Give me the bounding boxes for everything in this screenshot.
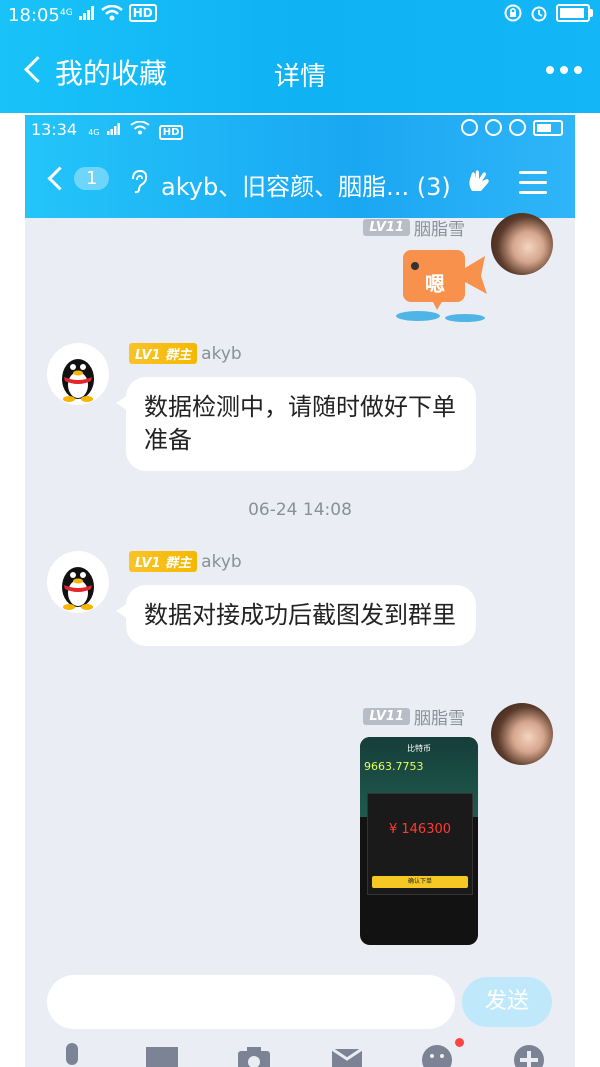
menu-button[interactable]	[519, 171, 547, 201]
image-title: 比特币	[407, 744, 431, 753]
chat-lock-icon	[461, 119, 478, 136]
chat-battery-icon	[533, 119, 563, 136]
chat-location-icon	[485, 119, 502, 136]
avatar[interactable]	[47, 343, 109, 405]
level-badge: LV11	[363, 219, 410, 236]
message-bubble[interactable]: 数据对接成功后截图发到群里	[116, 585, 476, 646]
plus-icon[interactable]	[512, 1043, 546, 1067]
image-price: 9663.7753	[364, 760, 424, 773]
level-badge: LV1 群主	[129, 343, 198, 364]
role-text: 群主	[165, 348, 192, 363]
chat-hd-badge: HD	[158, 125, 184, 140]
more-options-button[interactable]	[546, 66, 582, 74]
camera-icon[interactable]	[237, 1043, 271, 1067]
image-message[interactable]: 比特币 9663.7753 ¥ 146300 确认下单	[360, 737, 478, 945]
sender-nickname: LV1 群主 akyb	[129, 551, 242, 572]
chat-signal-icon	[106, 123, 120, 135]
member-count: (3)	[416, 173, 451, 201]
message-bubble[interactable]: 数据检测中，请随时做好下单准备	[116, 377, 476, 471]
chat-back-button[interactable]: 1	[47, 166, 110, 191]
lock-rotation-icon	[504, 4, 522, 22]
signal-icon	[78, 6, 94, 20]
page-title: 详情	[273, 62, 326, 92]
chat-status-bar: 13:34 4G HD	[31, 120, 184, 140]
status-bar: 18:05 4G HD	[0, 0, 600, 30]
input-bar: 发送	[25, 965, 575, 1067]
chat-screenshot: 13:34 4G HD 1 akyb、旧容颜、胭脂... (3) LV11 胭脂…	[25, 115, 575, 1067]
message-timestamp: 06-24 14:08	[248, 500, 352, 520]
chat-status-time: 13:34	[31, 120, 78, 139]
level-text: LV1	[135, 556, 161, 571]
chat-status-icons	[461, 119, 563, 136]
penguin-avatar-icon	[62, 359, 94, 402]
red-packet-icon[interactable]	[330, 1043, 364, 1067]
level-badge: LV11	[363, 708, 410, 725]
sender-nickname: LV11 胭脂雪	[363, 704, 465, 729]
battery-icon	[556, 4, 593, 22]
tool-row	[25, 1038, 575, 1067]
more-dot-icon	[560, 66, 568, 74]
sender-name: akyb	[201, 343, 242, 364]
chat-network-label: 4G	[88, 128, 100, 137]
menu-bar-icon	[519, 191, 547, 194]
chat-title: akyb、旧容颜、胭脂... (3)	[161, 167, 451, 202]
sender-nickname: LV1 群主 akyb	[129, 343, 242, 364]
hand-gesture-icon[interactable]	[465, 167, 493, 195]
outer-header: 18:05 4G HD 我的收藏 详情	[0, 0, 600, 113]
wifi-icon	[100, 5, 123, 21]
penguin-avatar-icon	[62, 567, 94, 610]
sender-name: akyb	[201, 551, 242, 572]
sender-name: 胭脂雪	[414, 220, 465, 240]
status-icons-right	[504, 4, 593, 22]
image-confirm-button: 确认下单	[372, 876, 468, 888]
picture-icon[interactable]	[145, 1043, 179, 1067]
chat-header: 13:34 4G HD 1 akyb、旧容颜、胭脂... (3)	[25, 115, 575, 218]
avatar[interactable]	[491, 703, 553, 765]
status-icons-left: 4G HD	[60, 4, 157, 22]
role-text: 群主	[165, 556, 192, 571]
avatar[interactable]	[47, 551, 109, 613]
chevron-left-icon	[47, 166, 72, 191]
image-amount: ¥ 146300	[388, 822, 452, 837]
ear-icon[interactable]	[129, 169, 149, 195]
level-text: LV1	[135, 348, 161, 363]
hd-badge: HD	[128, 4, 157, 22]
avatar[interactable]	[491, 213, 553, 275]
sticker-message[interactable]: 嗯	[393, 238, 493, 323]
message-input[interactable]	[47, 975, 455, 1029]
status-time: 18:05	[8, 5, 60, 26]
image-order-card: ¥ 146300 确认下单	[367, 793, 473, 895]
sender-nickname: LV11 胭脂雪	[363, 215, 465, 240]
chat-wifi-icon	[130, 120, 150, 135]
chat-alarm-icon	[509, 119, 526, 136]
more-dot-icon	[574, 66, 582, 74]
chat-title-text: akyb、旧容颜、胭脂...	[161, 173, 410, 201]
more-dot-icon	[546, 66, 554, 74]
notification-dot	[455, 1038, 464, 1047]
network-type-label: 4G	[60, 7, 73, 18]
send-button[interactable]: 发送	[462, 977, 552, 1027]
menu-bar-icon	[519, 171, 547, 174]
image-confirm-label: 确认下单	[407, 878, 432, 885]
sender-name: 胭脂雪	[414, 709, 465, 729]
microphone-icon[interactable]	[55, 1043, 89, 1067]
level-badge: LV1 群主	[129, 551, 198, 572]
emoji-icon[interactable]	[420, 1043, 454, 1067]
menu-bar-icon	[519, 181, 547, 184]
unread-count-badge: 1	[74, 167, 110, 190]
sticker-text: 嗯	[425, 272, 445, 296]
alarm-icon	[531, 6, 547, 22]
